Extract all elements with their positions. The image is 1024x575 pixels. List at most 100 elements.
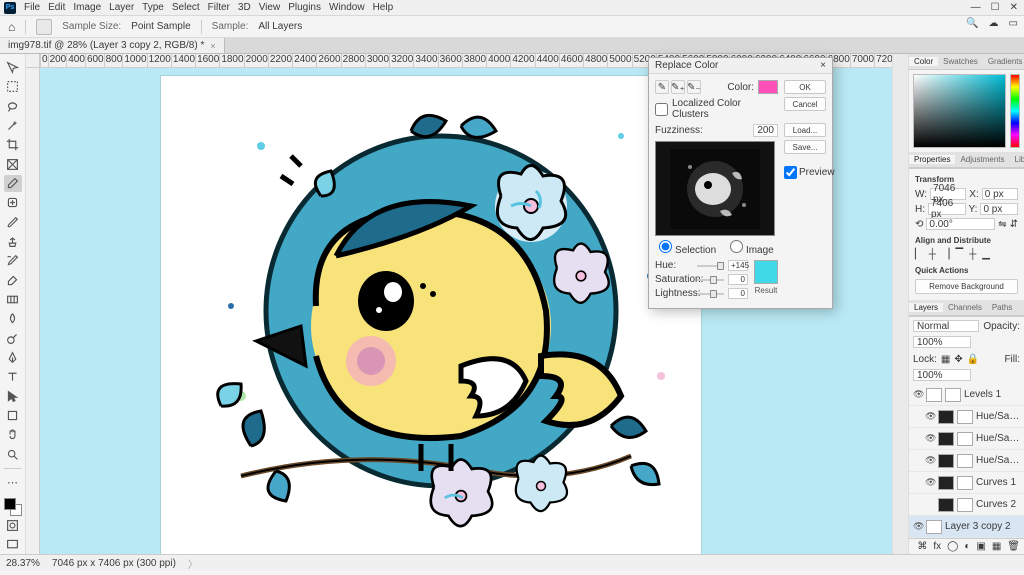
healing-tool[interactable]	[4, 194, 22, 211]
dialog-titlebar[interactable]: Replace Color ×	[649, 58, 832, 74]
menu-plugins[interactable]: Plugins	[288, 2, 321, 13]
save-button[interactable]: Save...	[784, 140, 826, 154]
link-layers-icon[interactable]: ⌘	[917, 541, 927, 552]
dialog-close-icon[interactable]: ×	[820, 60, 826, 71]
image-radio[interactable]: Image	[730, 240, 774, 256]
layer-thumbnail[interactable]	[938, 476, 954, 490]
move-tool[interactable]	[4, 59, 22, 76]
tab-paths[interactable]: Paths	[987, 303, 1017, 312]
artboard[interactable]	[161, 76, 701, 554]
layer-mask-icon[interactable]: ◯	[947, 541, 958, 552]
eyedropper-plus-icon[interactable]: ✎₊	[671, 80, 685, 94]
align-center-h-icon[interactable]: ┼	[929, 249, 936, 260]
lock-pixels-icon[interactable]: ▦	[941, 354, 950, 365]
dodge-tool[interactable]	[4, 330, 22, 347]
menu-type[interactable]: Type	[142, 2, 164, 13]
edit-toolbar-icon[interactable]: ⋯	[4, 474, 22, 491]
align-right-icon[interactable]: ▕	[942, 249, 950, 260]
visibility-icon[interactable]: 👁	[925, 433, 935, 444]
color-field[interactable]	[913, 74, 1006, 148]
layer-row[interactable]: 👁Levels 1	[909, 384, 1024, 406]
layer-thumbnail[interactable]	[926, 388, 942, 402]
lightness-value[interactable]: 0	[728, 288, 748, 299]
visibility-icon[interactable]: 👁	[913, 389, 923, 400]
eyedropper-icon[interactable]: ✎	[655, 80, 669, 94]
lock-all-icon[interactable]: 🔒	[967, 354, 979, 365]
search-icon[interactable]: 🔍	[966, 18, 978, 29]
layer-row[interactable]: 👁Curves 1	[909, 472, 1024, 494]
opacity-field[interactable]: 100%	[913, 336, 971, 348]
y-field[interactable]: 0 px	[980, 203, 1018, 215]
collapsed-dock[interactable]	[892, 54, 908, 554]
lock-position-icon[interactable]: ✥	[954, 354, 962, 365]
workspace-icon[interactable]: ▭	[1009, 18, 1018, 29]
minimize-icon[interactable]: —	[971, 2, 981, 13]
flip-h-icon[interactable]: ⇋	[998, 219, 1006, 230]
pen-tool[interactable]	[4, 349, 22, 366]
selection-radio[interactable]: Selection	[659, 240, 716, 256]
fuzziness-value[interactable]: 200	[753, 124, 778, 137]
visibility-icon[interactable]: 👁	[925, 411, 935, 422]
menu-window[interactable]: Window	[329, 2, 365, 13]
tab-close-icon[interactable]: ×	[210, 41, 215, 51]
tab-libraries[interactable]: Libraries	[1010, 155, 1024, 164]
hand-tool[interactable]	[4, 426, 22, 443]
hue-slider[interactable]	[697, 265, 724, 267]
layer-thumbnail[interactable]	[938, 432, 954, 446]
screen-mode-icon[interactable]	[4, 536, 22, 553]
color-swatch[interactable]	[758, 80, 778, 94]
layer-row[interactable]: 👁Hue/Saturation 3	[909, 406, 1024, 428]
zoom-level[interactable]: 28.37%	[6, 558, 40, 569]
layer-thumbnail[interactable]	[938, 410, 954, 424]
layer-mask-thumbnail[interactable]	[957, 410, 973, 424]
shape-tool[interactable]	[4, 407, 22, 424]
gradient-tool[interactable]	[4, 291, 22, 308]
menu-file[interactable]: File	[24, 2, 40, 13]
brush-tool[interactable]	[4, 214, 22, 231]
document-info[interactable]: 7046 px x 7406 px (300 ppi)	[52, 558, 176, 569]
eyedropper-minus-icon[interactable]: ✎₋	[687, 80, 701, 94]
remove-background-button[interactable]: Remove Background	[915, 279, 1018, 294]
layer-row[interactable]: Curves 2	[909, 494, 1024, 516]
menu-3d[interactable]: 3D	[238, 2, 251, 13]
tab-channels[interactable]: Channels	[943, 303, 987, 312]
layer-thumbnail[interactable]	[938, 498, 954, 512]
menu-layer[interactable]: Layer	[109, 2, 134, 13]
zoom-tool[interactable]	[4, 446, 22, 463]
current-tool-icon[interactable]	[36, 19, 52, 35]
layer-thumbnail[interactable]	[926, 520, 942, 534]
lasso-tool[interactable]	[4, 98, 22, 115]
lightness-slider[interactable]	[697, 293, 724, 295]
close-icon[interactable]: ✕	[1010, 2, 1018, 13]
tab-swatches[interactable]: Swatches	[938, 57, 983, 66]
document-tab[interactable]: img978.tif @ 28% (Layer 3 copy 2, RGB/8)…	[0, 38, 225, 53]
layer-name[interactable]: Hue/Saturation 2	[976, 433, 1020, 444]
tab-adjustments[interactable]: Adjustments	[955, 155, 1009, 164]
color-picker[interactable]	[909, 70, 1024, 152]
layer-row[interactable]: 👁 Hue/Saturation 2	[909, 428, 1024, 450]
preview-checkbox[interactable]: Preview	[784, 166, 826, 179]
layer-name[interactable]: Layer 3 copy 2	[945, 521, 1020, 532]
cloud-icon[interactable]: ☁	[989, 18, 999, 29]
align-left-icon[interactable]: ▏	[915, 249, 923, 260]
tab-gradients[interactable]: Gradients	[983, 57, 1024, 66]
layer-thumbnail[interactable]	[938, 454, 954, 468]
saturation-slider[interactable]	[697, 279, 724, 281]
new-layer-icon[interactable]: ▦	[992, 541, 1001, 552]
fill-field[interactable]: 100%	[913, 369, 971, 381]
menu-help[interactable]: Help	[373, 2, 394, 13]
x-field[interactable]: 0 px	[982, 188, 1018, 200]
layer-row[interactable]: 👁Hue/Saturation 1	[909, 450, 1024, 472]
menu-image[interactable]: Image	[73, 2, 101, 13]
layer-fx-icon[interactable]: fx	[933, 541, 941, 552]
eyedropper-tool[interactable]	[4, 175, 22, 192]
hue-slider[interactable]	[1010, 74, 1020, 148]
frame-tool[interactable]	[4, 156, 22, 173]
ok-button[interactable]: OK	[784, 80, 826, 94]
visibility-icon[interactable]: 👁	[913, 521, 923, 532]
blur-tool[interactable]	[4, 310, 22, 327]
hue-value[interactable]: +145	[728, 260, 748, 271]
tab-properties[interactable]: Properties	[909, 155, 955, 164]
history-brush-tool[interactable]	[4, 252, 22, 269]
load-button[interactable]: Load...	[784, 123, 826, 137]
